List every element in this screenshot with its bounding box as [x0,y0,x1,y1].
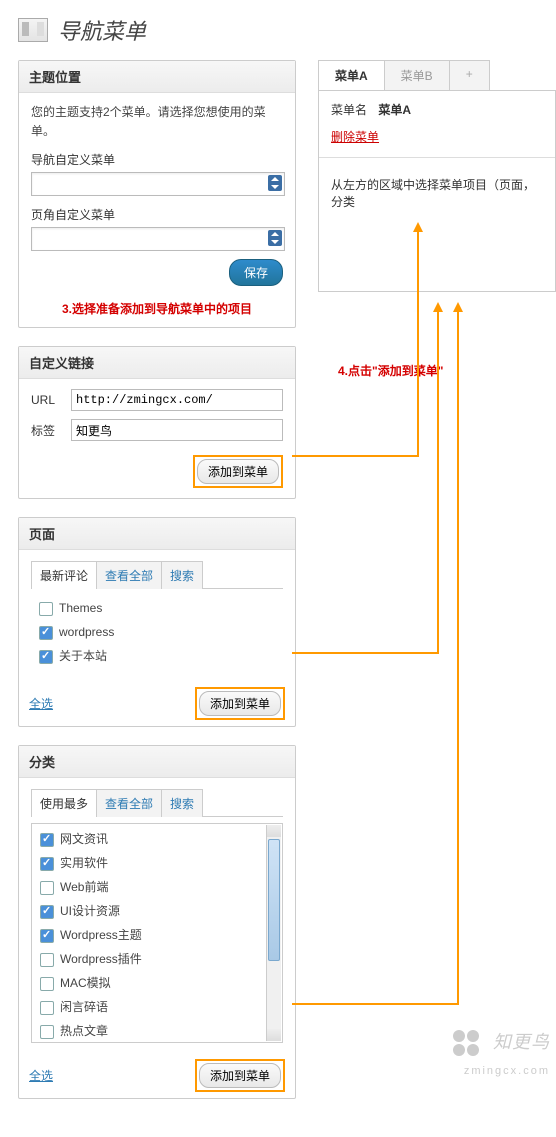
footer-menu-select[interactable] [31,227,285,251]
menu-editor-description: 从左方的区域中选择菜单项目（页面，分类 [331,176,543,210]
panel-custom-link: 自定义链接 URL 标签 添加到菜单 [18,346,296,499]
menu-name-value: 菜单A [378,103,411,117]
add-to-menu-button[interactable]: 添加到菜单 [199,1063,281,1088]
item-checkbox[interactable] [39,602,53,616]
list-item: 闲言碎语 [36,996,278,1020]
tab[interactable]: 使用最多 [31,789,97,817]
tab[interactable]: 查看全部 [96,561,162,589]
menu-layout-icon [18,18,48,42]
page-title-text: 导航菜单 [58,14,146,46]
panel-theme-location: 主题位置 您的主题支持2个菜单。请选择您想使用的菜单。 导航自定义菜单 页角自定… [18,60,296,328]
save-button[interactable]: 保存 [229,259,283,286]
menu-tab[interactable]: 菜单A [318,60,385,90]
linklabel-label: 标签 [31,422,71,439]
panel-categories: 分类 使用最多查看全部搜索 网文资讯实用软件 Web前端 UI设计资源 Wordpre… [18,745,296,1099]
scroll-up-button[interactable] [267,825,281,837]
tab[interactable]: 搜索 [161,789,203,817]
list-item: Themes [35,597,279,621]
item-checkbox[interactable] [40,833,54,847]
list-item: MAC模拟 [36,972,278,996]
add-to-menu-highlight: 添加到菜单 [193,455,283,488]
pages-checklist: Themes wordpress 关于本站 [31,595,283,671]
watermark-url: zmingcx.com [464,1065,550,1077]
panel-pages: 页面 最新评论查看全部搜索 Themes wordpress 关于本站 全选 添加到… [18,517,296,727]
menu-editor-box: 菜单名 菜单A 删除菜单 从左方的区域中选择菜单项目（页面，分类 [318,90,556,292]
add-to-menu-button[interactable]: 添加到菜单 [199,691,281,716]
list-item: Wordpress插件 [36,948,278,972]
tab[interactable]: 查看全部 [96,789,162,817]
url-input[interactable] [71,389,283,411]
item-label: wordpress [59,626,114,640]
add-menu-tab[interactable]: + [449,60,490,90]
add-to-menu-highlight: 添加到菜单 [195,1059,285,1092]
footer-menu-label: 页角自定义菜单 [31,206,283,223]
item-label: 网文资讯 [60,833,108,847]
item-label: MAC模拟 [60,977,111,991]
pages-select-all-link[interactable]: 全选 [29,695,53,712]
pages-tabs: 最新评论查看全部搜索 [31,560,283,589]
scrollbar[interactable] [266,825,281,1041]
item-checkbox[interactable] [40,977,54,991]
item-checkbox[interactable] [40,857,54,871]
item-checkbox[interactable] [40,1001,54,1015]
watermark-logo-icon [451,1028,481,1058]
item-checkbox[interactable] [40,953,54,967]
item-checkbox[interactable] [40,881,54,895]
item-label: UI设计资源 [60,905,120,919]
page-title: 导航菜单 [18,14,556,46]
item-label: Web前端 [60,881,108,895]
list-item: Web前端 [36,876,278,900]
tab[interactable]: 最新评论 [31,561,97,589]
panel-pages-title: 页面 [19,518,295,550]
theme-location-desc: 您的主题支持2个菜单。请选择您想使用的菜单。 [31,103,283,141]
tab[interactable]: 搜索 [161,561,203,589]
menu-tabs: 菜单A菜单B+ [318,60,556,90]
add-to-menu-button[interactable]: 添加到菜单 [197,459,279,484]
delete-menu-link[interactable]: 删除菜单 [331,130,379,144]
item-label: Wordpress插件 [60,953,142,967]
menu-tab[interactable]: 菜单B [384,60,450,90]
url-label: URL [31,393,71,407]
list-item: 实用软件 [36,852,278,876]
panel-theme-location-title: 主题位置 [19,61,295,93]
item-label: 热点文章 [60,1025,108,1039]
nav-menu-label: 导航自定义菜单 [31,151,283,168]
categories-tabs: 使用最多查看全部搜索 [31,788,283,817]
item-label: Wordpress主题 [60,929,142,943]
panel-custom-link-title: 自定义链接 [19,347,295,379]
categories-checklist: 网文资讯实用软件 Web前端 UI设计资源 Wordpress主题 Wordpress插… [31,823,283,1043]
list-item: 关于本站 [35,645,279,669]
item-checkbox[interactable] [39,626,53,640]
annotation-step-3: 3.选择准备添加到导航菜单中的项目 [31,286,283,317]
nav-menu-select[interactable] [31,172,285,196]
item-label: 闲言碎语 [60,1001,108,1015]
list-item: 网文资讯 [36,828,278,852]
menu-name-label: 菜单名 [331,103,367,117]
watermark-text: 知更鸟 [493,1032,550,1052]
item-label: Themes [59,602,102,616]
add-to-menu-highlight: 添加到菜单 [195,687,285,720]
linklabel-input[interactable] [71,419,283,441]
item-checkbox[interactable] [40,905,54,919]
item-label: 实用软件 [60,857,108,871]
list-item: UI设计资源 [36,900,278,924]
scroll-thumb[interactable] [268,839,280,961]
spinner-icon [268,230,282,246]
annotation-step-4: 4.点击"添加到菜单" [338,362,556,379]
item-label: 关于本站 [59,650,107,664]
item-checkbox[interactable] [40,929,54,943]
watermark: 知更鸟 zmingcx.com [451,1028,550,1079]
item-checkbox[interactable] [40,1025,54,1039]
list-item: wordpress [35,621,279,645]
spinner-icon [268,175,282,191]
list-item: Wordpress主题 [36,924,278,948]
item-checkbox[interactable] [39,650,53,664]
panel-categories-title: 分类 [19,746,295,778]
categories-select-all-link[interactable]: 全选 [29,1067,53,1084]
